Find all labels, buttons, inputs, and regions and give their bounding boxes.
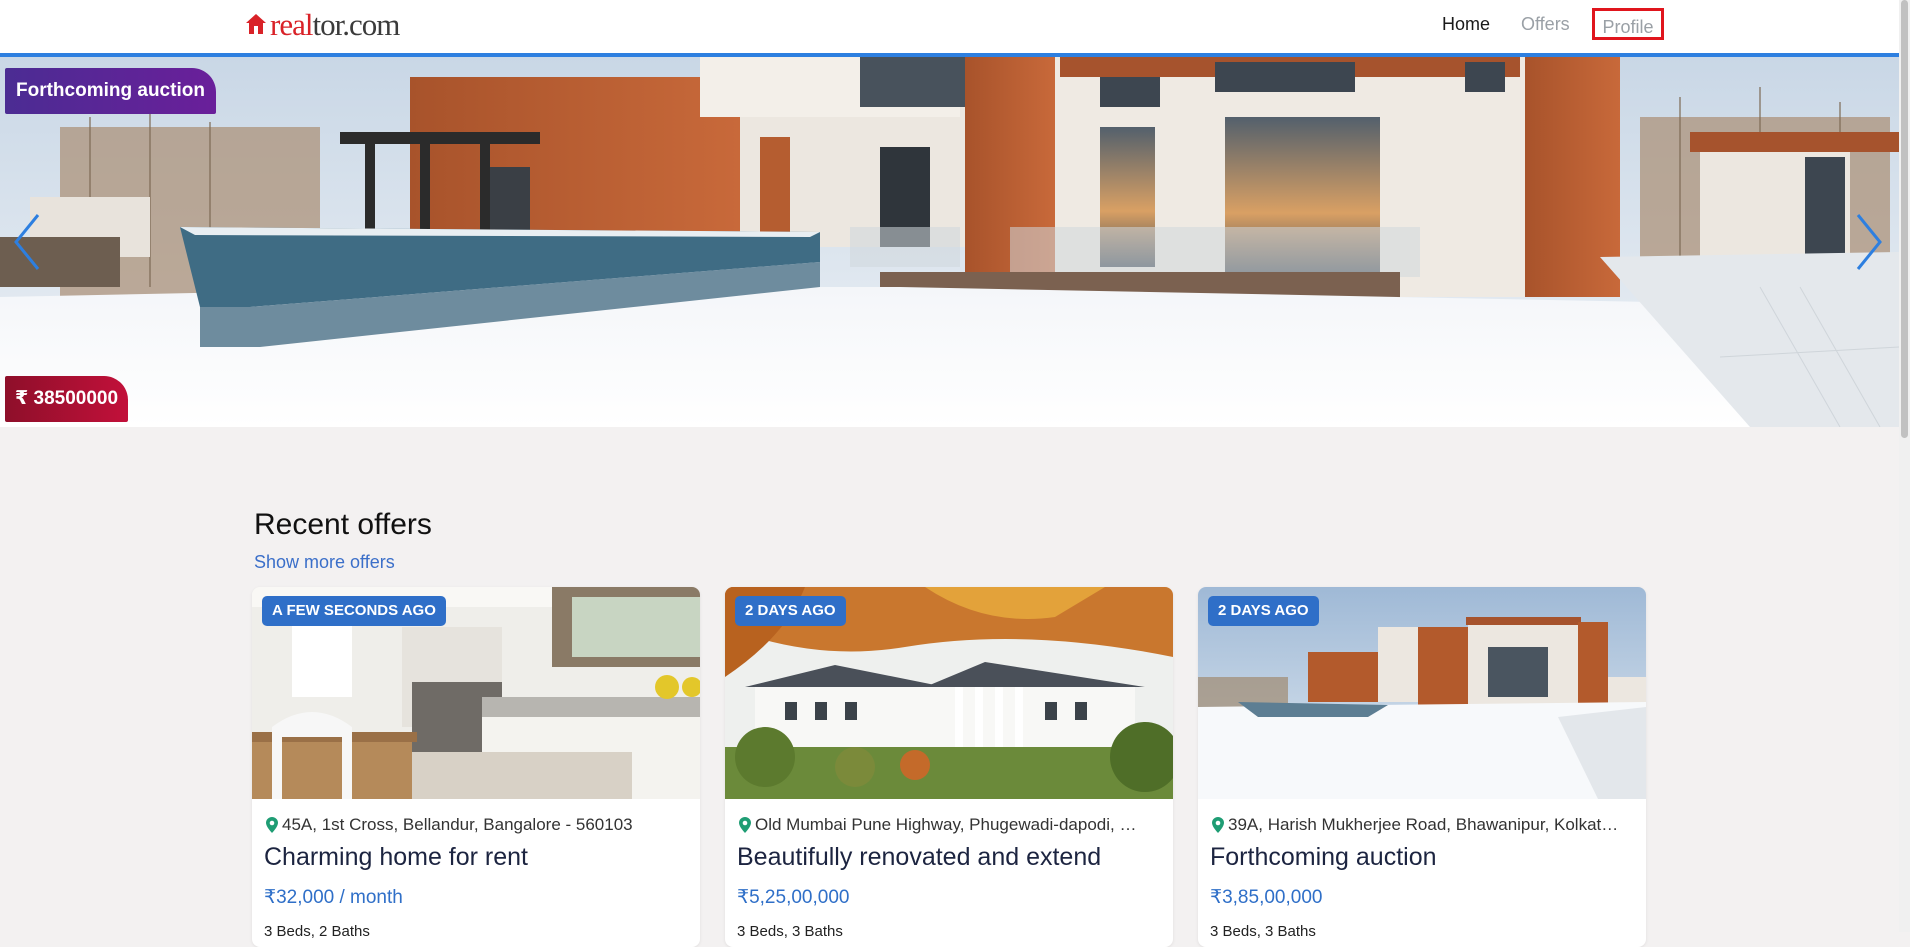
recent-offers-heading: Recent offers bbox=[254, 508, 432, 541]
map-pin-icon bbox=[1212, 817, 1224, 833]
time-badge: A few seconds ago bbox=[262, 596, 446, 626]
card-address: 45A, 1st Cross, Bellandur, Bangalore - 5… bbox=[266, 815, 686, 835]
card-price: ₹3,85,00,000 bbox=[1210, 887, 1323, 908]
card-price: ₹32,000 / month bbox=[264, 887, 403, 908]
realtor-logo[interactable]: realtor.com bbox=[245, 6, 400, 42]
hero-price-badge: ₹ 38500000 bbox=[5, 376, 129, 422]
chevron-right-icon[interactable] bbox=[1850, 207, 1886, 277]
show-more-offers-link[interactable]: Show more offers bbox=[254, 552, 395, 573]
card-title: Beautifully renovated and extend bbox=[737, 843, 1102, 871]
card-address: Old Mumbai Pune Highway, Phugewadi-dapod… bbox=[739, 815, 1159, 835]
time-badge: 2 days ago bbox=[735, 596, 846, 626]
card-title: Forthcoming auction bbox=[1210, 843, 1437, 871]
hero-carousel[interactable]: Forthcoming auction ₹ 38500000 bbox=[0, 57, 1899, 427]
card-address: 39A, Harish Mukherjee Road, Bhawanipur, … bbox=[1212, 815, 1632, 835]
hero-image bbox=[0, 57, 1899, 427]
logo-text: realtor.com bbox=[270, 6, 400, 42]
chevron-left-icon[interactable] bbox=[10, 207, 46, 277]
logo-text-dark: tor.com bbox=[312, 6, 400, 42]
card-address-text: Old Mumbai Pune Highway, Phugewadi-dapod… bbox=[755, 815, 1137, 834]
offer-card-image: A few seconds ago bbox=[252, 587, 700, 799]
nav-profile-link[interactable]: Profile bbox=[1592, 8, 1664, 40]
offer-card-image: 2 days ago bbox=[1198, 587, 1646, 799]
offer-card[interactable]: A few seconds ago 45A, 1st Cross, Bellan… bbox=[252, 587, 700, 947]
map-pin-icon bbox=[739, 817, 751, 833]
navbar: realtor.com Home Offers Profile bbox=[0, 0, 1899, 57]
map-pin-icon bbox=[266, 817, 278, 833]
scrollbar-thumb[interactable] bbox=[1901, 0, 1908, 438]
house-logo-icon bbox=[246, 14, 266, 34]
card-address-text: 39A, Harish Mukherjee Road, Bhawanipur, … bbox=[1228, 815, 1619, 834]
offer-card[interactable]: 2 days ago 39A, Harish Mukherjee Road, B… bbox=[1198, 587, 1646, 947]
hero-auction-badge: Forthcoming auction bbox=[5, 68, 216, 114]
card-address-text: 45A, 1st Cross, Bellandur, Bangalore - 5… bbox=[282, 815, 633, 834]
nav-home-link[interactable]: Home bbox=[1442, 11, 1490, 37]
nav-offers-link[interactable]: Offers bbox=[1521, 11, 1570, 37]
card-price: ₹5,25,00,000 bbox=[737, 887, 850, 908]
logo-text-red: real bbox=[270, 6, 313, 42]
page-scrollbar[interactable] bbox=[1899, 0, 1910, 932]
offer-card[interactable]: 2 days ago Old Mumbai Pune Highway, Phug… bbox=[725, 587, 1173, 947]
time-badge: 2 days ago bbox=[1208, 596, 1319, 626]
offer-card-image: 2 days ago bbox=[725, 587, 1173, 799]
card-title: Charming home for rent bbox=[264, 843, 529, 871]
